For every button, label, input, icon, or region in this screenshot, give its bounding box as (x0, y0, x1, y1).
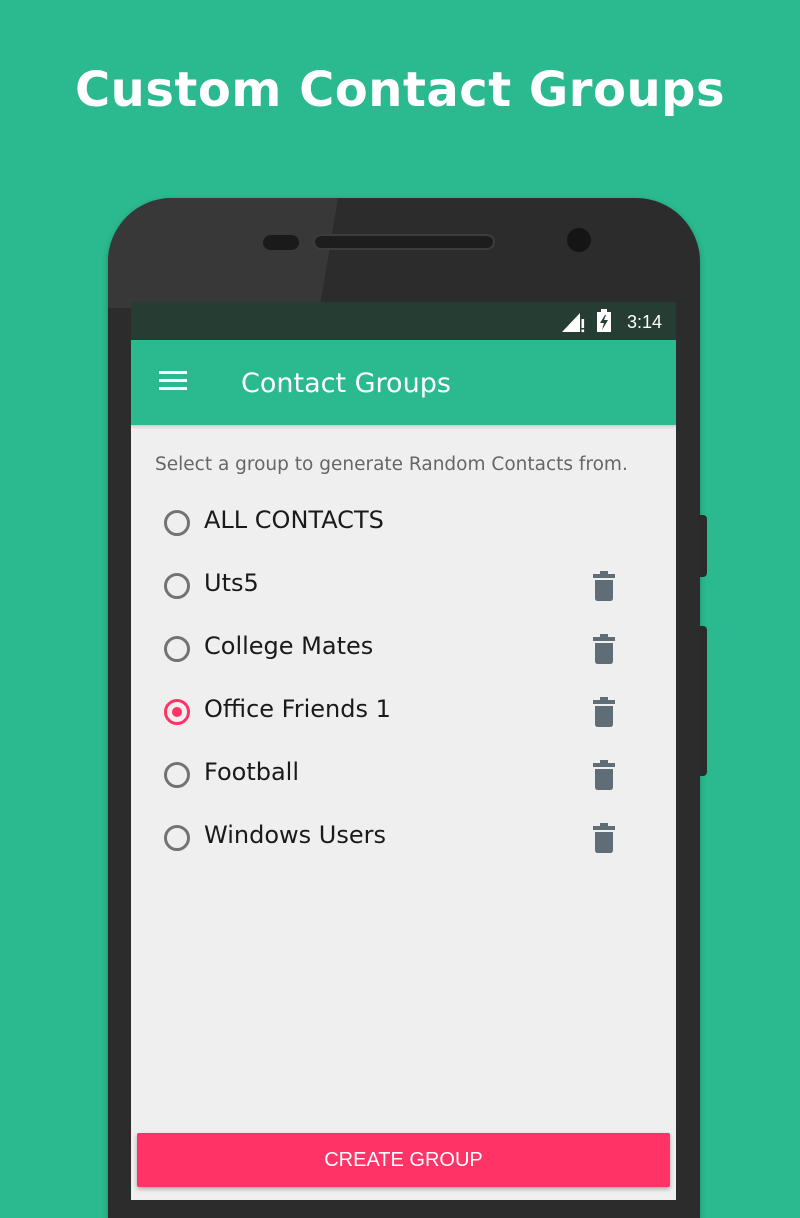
radio-button-selected[interactable] (164, 699, 190, 725)
app-bar: Contact Groups (131, 340, 676, 425)
create-group-button[interactable]: CREATE GROUP (137, 1133, 670, 1187)
trash-icon[interactable] (593, 760, 615, 795)
trash-icon[interactable] (593, 823, 615, 858)
front-camera (567, 228, 591, 252)
radio-button[interactable] (164, 636, 190, 662)
trash-icon[interactable] (593, 697, 615, 732)
radio-button[interactable] (164, 573, 190, 599)
proximity-sensor (263, 235, 299, 250)
phone-volume-button (700, 626, 707, 776)
status-bar: 3:14 (131, 302, 676, 340)
hamburger-menu-icon[interactable] (159, 371, 187, 393)
instruction-text: Select a group to generate Random Contac… (155, 454, 628, 475)
group-label: Windows Users (204, 821, 386, 849)
status-time: 3:14 (626, 312, 662, 332)
trash-icon[interactable] (593, 571, 615, 606)
group-label: Office Friends 1 (204, 695, 391, 723)
earpiece-speaker (313, 234, 495, 250)
group-label: College Mates (204, 632, 374, 660)
group-label: ALL CONTACTS (204, 506, 384, 534)
battery-charging-icon (596, 309, 612, 338)
group-row-uts5[interactable]: Uts5 (131, 557, 676, 617)
radio-button[interactable] (164, 510, 190, 536)
group-row-football[interactable]: Football (131, 746, 676, 806)
group-row-all-contacts[interactable]: ALL CONTACTS (131, 494, 676, 554)
trash-icon[interactable] (593, 634, 615, 669)
group-label: Uts5 (204, 569, 259, 597)
group-row-windows-users[interactable]: Windows Users (131, 809, 676, 869)
phone-power-button (700, 515, 707, 577)
group-row-college-mates[interactable]: College Mates (131, 620, 676, 680)
app-title: Contact Groups (241, 368, 451, 399)
group-label: Football (204, 758, 300, 786)
signal-alert-icon (560, 311, 586, 338)
promo-headline: Custom Contact Groups (74, 62, 726, 118)
phone-screen: 3:14 Contact Groups Select a group to ge… (131, 302, 676, 1200)
radio-button[interactable] (164, 825, 190, 851)
group-row-office-friends-1[interactable]: Office Friends 1 (131, 683, 676, 743)
radio-button[interactable] (164, 762, 190, 788)
phone-frame-highlight (108, 198, 338, 308)
